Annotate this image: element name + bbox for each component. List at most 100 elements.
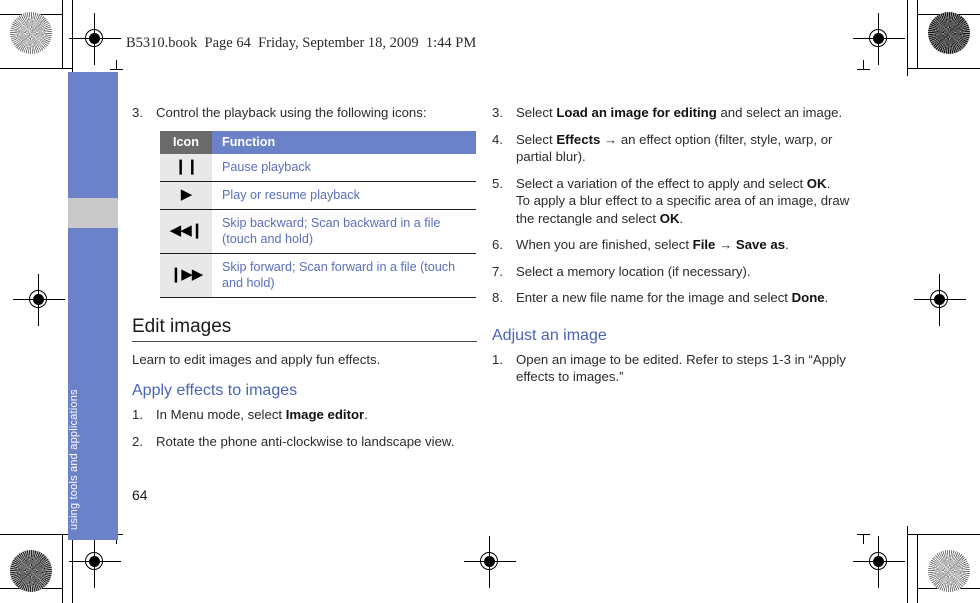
subsection-heading-apply-effects: Apply effects to images <box>132 382 298 399</box>
adjust-steps-list: 1. Open an image to be edited. Refer to s… <box>492 351 852 386</box>
sidebar-gray-band <box>68 198 118 228</box>
starburst-mark <box>10 12 52 54</box>
function-text: Skip forward; Scan forward in a file (to… <box>212 253 476 298</box>
step-text: Open an image to be edited. Refer to ste… <box>516 351 852 386</box>
trim-line <box>62 0 63 68</box>
step-number: 5. <box>492 175 503 191</box>
step-text-bold: Done <box>791 290 825 305</box>
registration-target <box>853 13 905 65</box>
step-number: 2. <box>132 433 143 449</box>
step-text-run: Enter a new file name for the image and … <box>516 290 792 305</box>
trim-line <box>0 534 72 535</box>
table-row: ❙▶▶ Skip forward; Scan forward in a file… <box>160 253 476 298</box>
step-number: 4. <box>492 131 503 147</box>
step-text-run: . <box>679 210 684 226</box>
page-number: 64 <box>132 487 148 503</box>
trim-line <box>0 588 62 589</box>
center-tick <box>110 69 123 70</box>
starburst-mark <box>928 550 970 592</box>
trim-line <box>907 0 908 76</box>
step-item: 3. Control the playback using the follow… <box>132 104 490 122</box>
function-text: Pause playback <box>212 153 476 182</box>
step-text: In Menu mode, select Image editor. <box>156 406 490 424</box>
step-text-run: Select a variation of the effect to appl… <box>516 175 807 191</box>
right-content-column: 3. Select Load an image for editing and s… <box>492 104 852 395</box>
step-text-bold: OK <box>806 175 827 191</box>
center-tick <box>857 69 870 70</box>
step-text-bold: Image editor <box>285 407 365 422</box>
step-subtext: To apply a blur effect to a specific are… <box>516 192 852 227</box>
step-item: 1. Open an image to be edited. Refer to s… <box>492 351 852 386</box>
skip-backward-icon: ◀◀❙ <box>160 209 212 254</box>
step-text-run: Select <box>516 105 557 120</box>
trim-line <box>917 534 918 603</box>
step-item: 6. When you are finished, select File → S… <box>492 236 852 254</box>
step-text-run: . <box>826 175 831 191</box>
playback-icons-table: Icon Function ❙❙ Pause playback ▶ Play o… <box>160 130 476 298</box>
step-text-bold: Save as <box>735 237 786 252</box>
trim-line <box>918 588 980 589</box>
step-text: When you are finished, select File → Sav… <box>516 236 852 254</box>
step-text-bold: OK <box>659 210 680 226</box>
step-text: Rotate the phone anti-clockwise to lands… <box>156 433 455 449</box>
book-header-text: B5310.book Page 64 Friday, September 18,… <box>126 35 477 51</box>
trim-line <box>917 0 918 68</box>
step-item: 3. Select Load an image for editing and s… <box>492 104 852 122</box>
center-tick <box>863 60 864 70</box>
step-number: 8. <box>492 290 503 305</box>
step-number: 3. <box>132 105 143 120</box>
column-header-icon: Icon <box>160 130 212 154</box>
step-text: Select a memory location (if necessary). <box>516 263 852 281</box>
step-number: 6. <box>492 237 503 252</box>
step-text: Select Load an image for editing and sel… <box>516 104 852 122</box>
right-steps-list: 3. Select Load an image for editing and s… <box>492 104 852 307</box>
step-item: 2. Rotate the phone anti-clockwise to la… <box>132 433 490 451</box>
trim-line <box>0 68 72 69</box>
step-number: 3. <box>492 105 503 120</box>
step-text: Enter a new file name for the image and … <box>516 289 852 307</box>
trim-line <box>907 526 908 603</box>
trim-line <box>62 534 63 603</box>
registration-target <box>69 13 121 65</box>
step-text-run: Open an image to be edited. Refer to ste… <box>516 351 846 385</box>
left-content-column: 3. Control the playback using the follow… <box>132 104 490 459</box>
subsection-heading-adjust-image: Adjust an image <box>492 326 607 344</box>
step-text-run: and select an image. <box>716 105 843 120</box>
step-text-run: When you are finished, select <box>516 237 693 252</box>
function-text: Skip backward; Scan backward in a file (… <box>212 209 476 254</box>
starburst-mark <box>10 550 52 592</box>
registration-target <box>13 274 65 326</box>
registration-target <box>464 536 516 588</box>
step-item: 4. Select Effects → an effect option (fil… <box>492 131 852 166</box>
step-text-run: Select <box>516 131 557 147</box>
pause-icon: ❙❙ <box>160 153 212 182</box>
step-text-post: . <box>364 407 368 422</box>
registration-target <box>853 536 905 588</box>
trim-line <box>0 14 62 15</box>
center-tick <box>116 60 117 70</box>
table-row: ▶ Play or resume playback <box>160 181 476 210</box>
chapter-sidebar-tab: using tools and applications <box>68 72 118 540</box>
starburst-mark <box>928 12 970 54</box>
step-text-run: . <box>785 237 789 252</box>
step-text: Control the playback using the following… <box>156 105 427 120</box>
step-text: Select a variation of the effect to appl… <box>516 175 852 228</box>
registration-target <box>69 536 121 588</box>
step-text-bold: Load an image for editing <box>556 105 717 120</box>
table-row: ◀◀❙ Skip backward; Scan backward in a fi… <box>160 209 476 254</box>
section-heading-edit-images: Edit images <box>132 316 477 342</box>
trim-line <box>908 68 980 69</box>
function-text: Play or resume playback <box>212 181 476 210</box>
step-text-bold: File <box>692 237 716 252</box>
step-text-run: → <box>715 237 736 252</box>
skip-forward-icon: ❙▶▶ <box>160 253 212 298</box>
step-text-pre: In Menu mode, select <box>156 407 286 422</box>
table-row: ❙❙ Pause playback <box>160 153 476 182</box>
step-text-run: Select a memory location (if necessary). <box>516 263 751 279</box>
step-text-bold: Effects <box>556 131 601 147</box>
step-text-run: . <box>824 290 829 305</box>
trim-line <box>72 0 73 76</box>
section-intro-text: Learn to edit images and apply fun effec… <box>132 351 381 367</box>
table-header-row: Icon Function <box>160 130 476 154</box>
step-item: 8. Enter a new file name for the image an… <box>492 289 852 307</box>
